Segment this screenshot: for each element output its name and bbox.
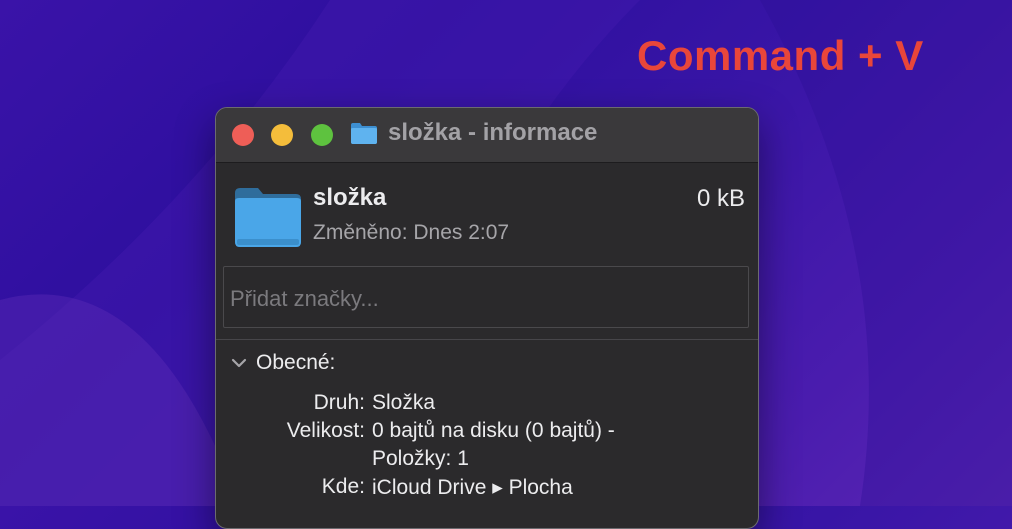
general-section-toggle[interactable]: Obecné: — [230, 349, 335, 377]
keyboard-shortcut-caption: Command + V — [637, 32, 924, 79]
minimize-button[interactable] — [271, 124, 293, 146]
info-key: Velikost: — [286, 419, 365, 442]
modified-date: Změněno: Dnes 2:07 — [313, 221, 510, 244]
close-button[interactable] — [232, 124, 254, 146]
general-section-label: Obecné: — [256, 351, 336, 374]
title-bar[interactable]: složka - informace — [216, 108, 758, 163]
info-row-kind: Druh: Složka — [216, 391, 758, 419]
section-divider — [216, 339, 758, 340]
file-name: složka — [313, 184, 387, 211]
info-row-items: Položky: 1 — [216, 447, 758, 475]
info-value: 0 bajtů na disku (0 bajtů) - — [372, 419, 615, 442]
info-value: Složka — [372, 391, 436, 414]
tags-input[interactable] — [223, 266, 749, 328]
info-window: složka - informace složka 0 kB Změněno: … — [215, 107, 759, 529]
info-value: Položky: 1 — [372, 447, 469, 470]
folder-icon — [235, 188, 301, 247]
zoom-button[interactable] — [311, 124, 333, 146]
folder-icon — [351, 123, 377, 144]
info-value: iCloud Drive ▸ Plocha — [372, 476, 573, 499]
window-title: složka - informace — [388, 119, 598, 146]
info-row-size: Velikost: 0 bajtů na disku (0 bajtů) - — [216, 419, 758, 447]
info-row-where: Kde: iCloud Drive ▸ Plocha — [216, 475, 758, 503]
info-key: Druh: — [313, 391, 365, 414]
info-key: Kde: — [321, 475, 365, 498]
chevron-down-icon — [231, 358, 247, 368]
file-size: 0 kB — [696, 185, 745, 212]
